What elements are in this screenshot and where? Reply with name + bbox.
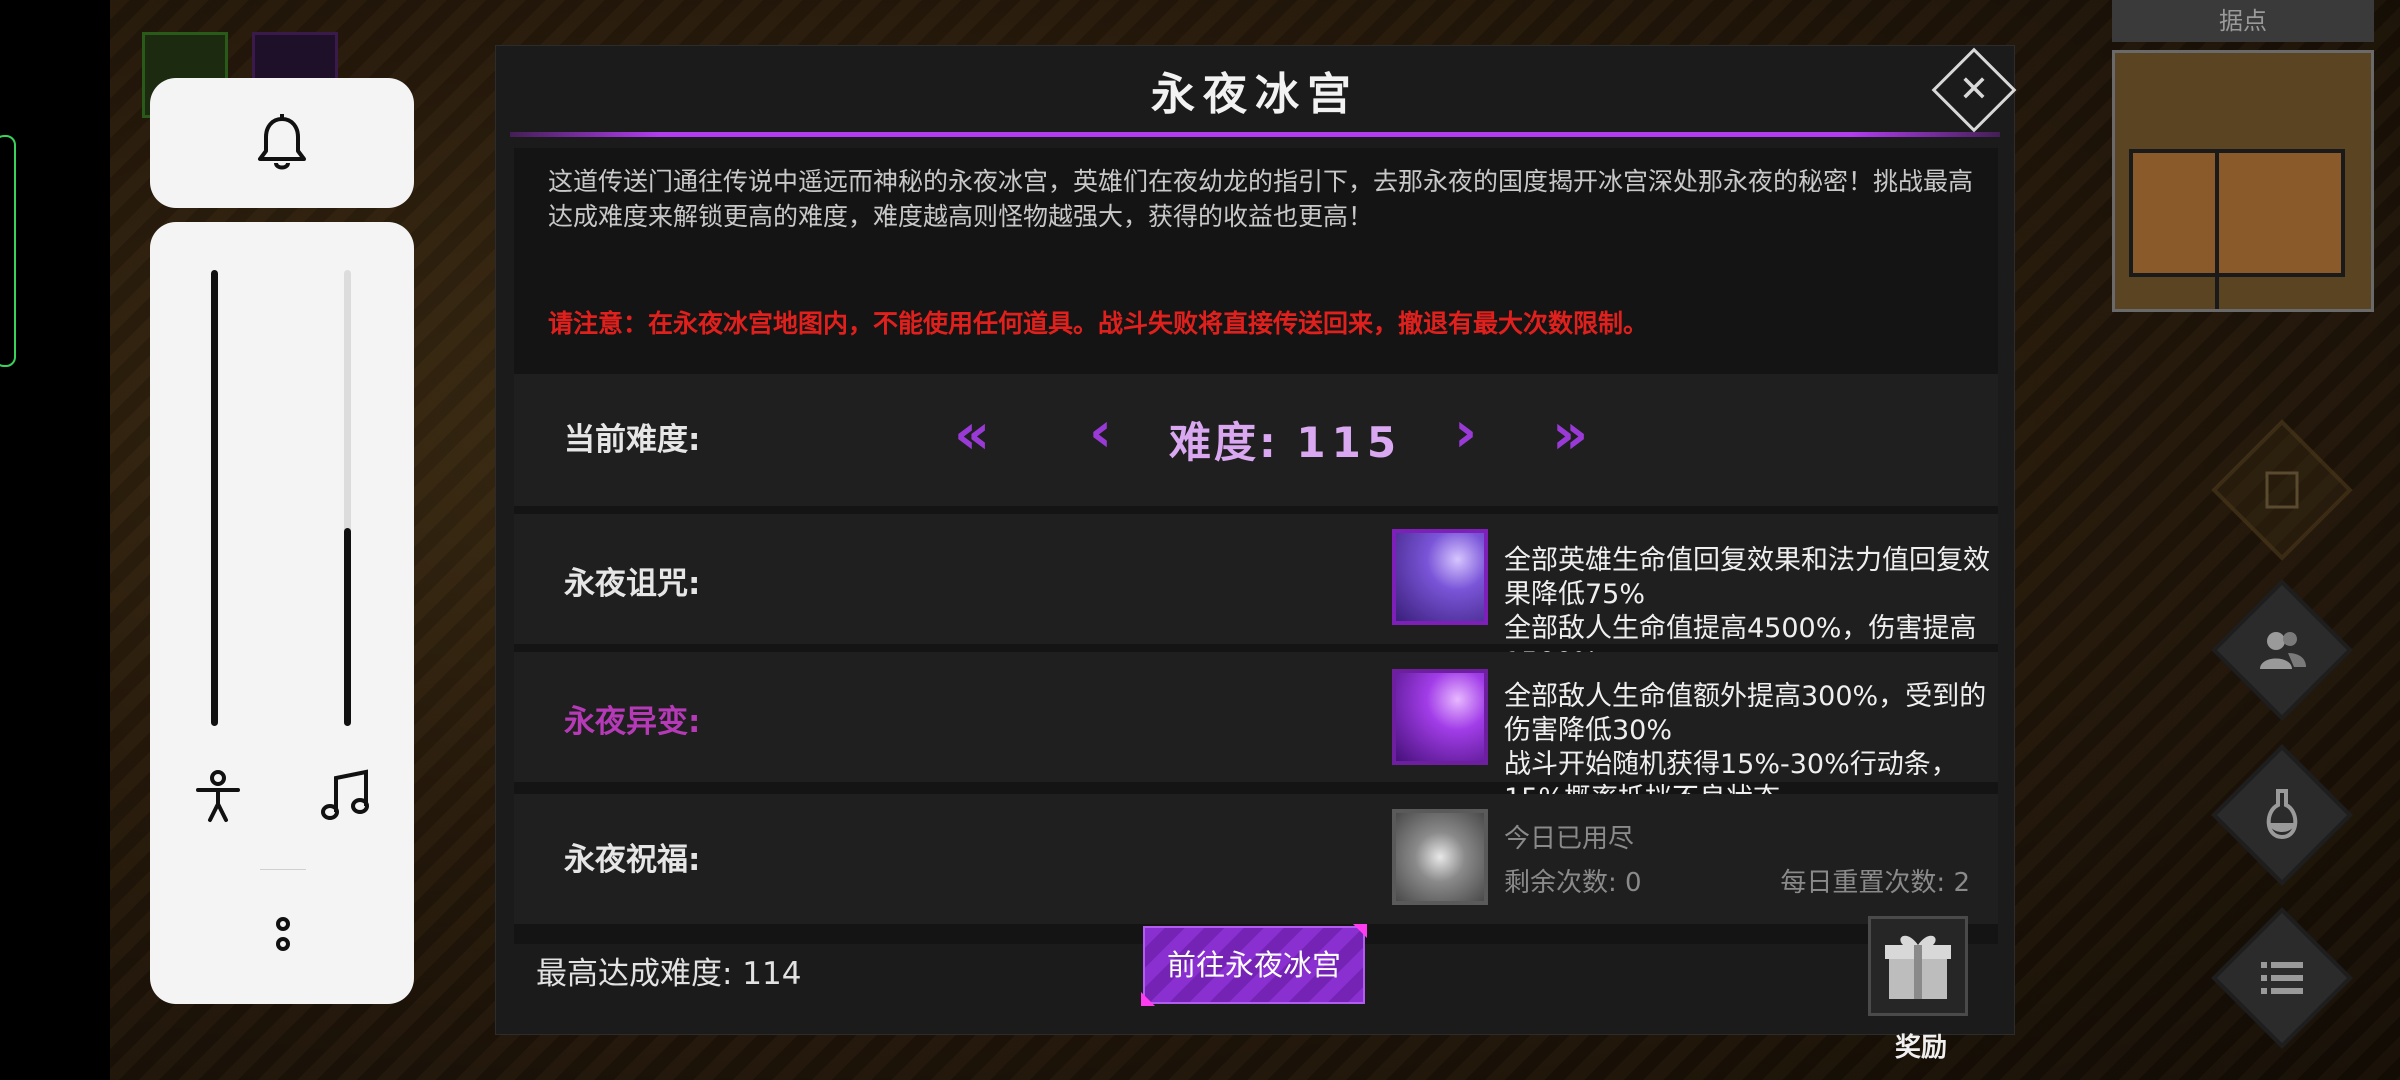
difficulty-value: 难度: 115 [1169, 409, 1402, 470]
minimap[interactable] [2112, 50, 2374, 312]
scroll-icon [2265, 471, 2299, 509]
go-eternal-palace-button[interactable]: 前往永夜冰宫 [1141, 924, 1367, 1006]
blessing-label: 永夜祝福: [564, 842, 701, 878]
mutation-label: 永夜异变: [564, 704, 701, 740]
max-difficulty: 最高达成难度: 114 [536, 956, 802, 992]
difficulty-label: 当前难度: [564, 422, 701, 458]
next-difficulty-icon[interactable]: › [1454, 400, 1477, 465]
warning-text: 请注意：在永夜冰宫地图内，不能使用任何道具。战斗失败将直接传送回来，撤退有最大次… [548, 309, 1649, 338]
blessing-daily-reset: 每日重置次数: 2 [1780, 868, 1970, 898]
close-icon: ✕ [1958, 69, 1990, 110]
mutation-line-1: 全部敌人生命值额外提高300%，受到的伤害降低30% [1504, 681, 1987, 746]
potion-icon [2266, 789, 2298, 840]
mutation-row: 永夜异变: 全部敌人生命值额外提高300%，受到的伤害降低30% 战斗开始随机获… [514, 652, 1998, 814]
panel-divider [260, 869, 306, 870]
description: 这道传送门通往传说中遥远而神秘的永夜冰宫，英雄们在夜幼龙的指引下，去那永夜的国度… [548, 167, 1974, 231]
first-difficulty-icon[interactable]: « [954, 402, 990, 467]
title-divider [510, 132, 2000, 137]
media-volume-slider[interactable] [344, 270, 351, 726]
users-icon [2260, 632, 2306, 669]
edge-handle[interactable] [0, 135, 16, 367]
eternal-night-dialog: 永夜冰宫 ✕ 这道传送门通往传说中遥远而神秘的永夜冰宫，英雄们在夜幼龙的指引下，… [495, 45, 2017, 1063]
prev-difficulty-icon[interactable]: ‹ [1089, 400, 1112, 465]
reward-button[interactable]: 奖励 [1868, 916, 1968, 1063]
list-icon [2261, 962, 2303, 994]
blessing-remaining: 剩余次数: 0 [1504, 868, 1642, 898]
blessing-icon [1392, 809, 1488, 905]
notification-toggle[interactable] [150, 78, 414, 208]
reward-label: 奖励 [1894, 1033, 1947, 1063]
music-note-icon[interactable] [318, 768, 374, 824]
curse-row: 永夜诅咒: 全部英雄生命值回复效果和法力值回复效果降低75% 全部敌人生命值提高… [514, 514, 1998, 678]
bell-icon [258, 114, 306, 170]
blessing-used: 今日已用尽 [1504, 824, 1635, 854]
difficulty-row: 当前难度: « ‹ 难度: 115 › » [514, 374, 1998, 506]
mutation-icon [1392, 669, 1488, 765]
dialog-title: 永夜冰宫 [1151, 69, 1359, 120]
blessing-row: 永夜祝福: 今日已用尽 剩余次数: 0 每日重置次数: 2 [514, 794, 1998, 924]
gift-icon [1885, 935, 1951, 999]
curse-label: 永夜诅咒: [564, 566, 701, 602]
difficulty-prefix: 难度: [1169, 418, 1279, 467]
person-icon[interactable] [190, 768, 246, 824]
media-volume-fill [344, 528, 351, 726]
volume-panel [150, 222, 414, 1004]
curse-line-1: 全部英雄生命值回复效果和法力值回复效果降低75% [1504, 545, 1990, 610]
curse-icon [1392, 529, 1488, 625]
difficulty-number: 115 [1296, 418, 1403, 467]
more-icon[interactable] [261, 912, 305, 956]
minimap-title: 据点 [2112, 0, 2374, 42]
last-difficulty-icon[interactable]: » [1552, 402, 1588, 467]
accessibility-slider[interactable] [211, 270, 218, 726]
